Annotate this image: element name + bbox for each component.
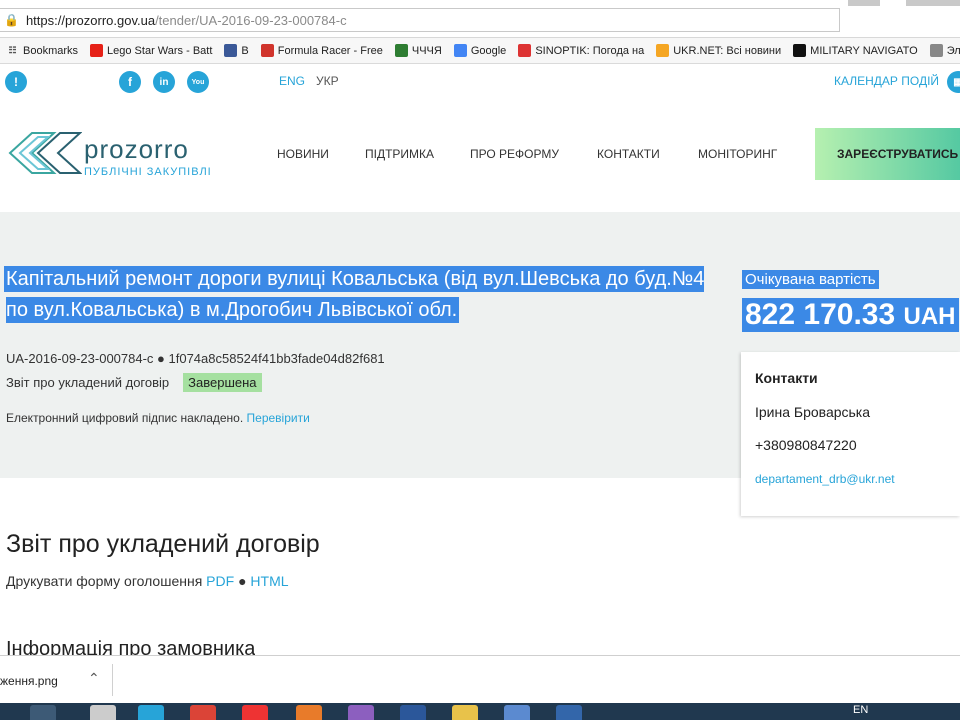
word-icon[interactable] <box>400 705 426 720</box>
taskbar-app-icon[interactable] <box>348 705 374 720</box>
contacts-card: Контакти Ірина Броварська +380980847220 … <box>741 352 960 516</box>
downloads-bar: ження.png ⌃ <box>0 655 960 703</box>
site-header: prozorro ПУБЛІЧНІ ЗАКУПІВЛІ НОВИНИ ПІДТР… <box>0 100 960 212</box>
prozorro-logo-icon[interactable] <box>8 130 82 176</box>
print-html-link[interactable]: HTML <box>250 573 288 589</box>
bookmark-item[interactable]: MILITARY NAVIGATO <box>793 44 918 57</box>
youtube-icon <box>90 44 104 57</box>
contacts-heading: Контакти <box>755 370 818 386</box>
lock-icon: 🔒 <box>4 13 19 27</box>
register-button[interactable]: ЗАРЕЄСТРУВАТИСЬ <box>815 128 960 180</box>
report-heading: Звіт про укладений договір <box>6 530 320 558</box>
tender-title: Капітальний ремонт дороги вулиці Ковальс… <box>6 268 705 321</box>
bookmark-item[interactable]: Электрические <box>929 44 960 57</box>
calendar-link[interactable]: КАЛЕНДАР ПОДІЙ <box>834 74 939 88</box>
military-icon <box>793 44 807 57</box>
tender-id: UA-2016-09-23-000784-c ● 1f074a8c58524f4… <box>6 351 385 366</box>
apps-icon: ☷ <box>8 45 17 55</box>
signature-text: Електронний цифровий підпис накладено. <box>6 411 244 425</box>
bookmark-label: Электрические <box>946 44 960 57</box>
bookmark-label: Bookmarks <box>23 44 79 57</box>
keyboard-language[interactable]: EN <box>853 704 868 716</box>
contact-email-link[interactable]: departament_drb@ukr.net <box>755 472 895 486</box>
taskbar-app-icon[interactable] <box>556 705 582 720</box>
url-host: https://prozorro.gov.ua <box>25 12 156 28</box>
bookmark-label: ЧЧЧЯ <box>411 44 442 57</box>
lang-ukr-link[interactable]: УКР <box>316 74 339 88</box>
address-bar[interactable]: 🔒 https://prozorro.gov.ua/tender/UA-2016… <box>0 8 840 32</box>
bulb-icon <box>929 44 943 57</box>
lang-eng-link[interactable]: ENG <box>279 74 305 88</box>
url-path: /tender/UA-2016-09-23-000784-c <box>155 12 347 28</box>
bookmark-label: MILITARY NAVIGATO <box>810 44 918 57</box>
verify-signature-link[interactable]: Перевірити <box>247 411 310 425</box>
bullet-separator: ● <box>238 573 247 589</box>
site-top-strip: ! f in You ENG УКР КАЛЕНДАР ПОДІЙ ▦ <box>0 64 960 100</box>
alert-icon[interactable]: ! <box>5 71 27 93</box>
bookmark-item[interactable]: Google <box>453 44 507 57</box>
bookmark-item[interactable]: UKR.NET: Всі новини <box>656 44 781 57</box>
google-icon <box>453 44 467 57</box>
nav-support[interactable]: ПІДТРИМКА <box>365 147 434 161</box>
bookmark-icon <box>394 44 408 57</box>
chrome-icon[interactable] <box>190 705 216 720</box>
bookmark-item[interactable]: ЧЧЧЯ <box>394 44 442 57</box>
expected-value-label: Очікувана вартість <box>742 270 879 289</box>
address-bar-area: 🔒 https://prozorro.gov.ua/tender/UA-2016… <box>0 0 960 38</box>
ukrnet-icon <box>656 44 670 57</box>
facebook-icon[interactable]: f <box>119 71 141 93</box>
chevron-up-icon[interactable]: ⌃ <box>88 670 100 687</box>
contact-phone: +380980847220 <box>755 437 857 453</box>
bookmark-label: Formula Racer - Free <box>277 44 383 57</box>
logo-name[interactable]: prozorro <box>84 134 189 165</box>
calendar-icon[interactable]: ▦ <box>947 71 960 93</box>
opera-icon[interactable] <box>242 705 268 720</box>
contact-name: Ірина Броварська <box>755 404 871 420</box>
bookmark-label: SINOPTIK: Погода на <box>535 44 645 57</box>
bookmark-item[interactable]: ☷ Bookmarks <box>6 44 78 57</box>
taskbar-app-icon[interactable] <box>504 705 530 720</box>
browser-window: 🔒 https://prozorro.gov.ua/tender/UA-2016… <box>0 0 960 720</box>
status-text: Звіт про укладений договір <box>6 375 170 390</box>
taskbar-app-icon[interactable] <box>296 705 322 720</box>
window-control[interactable] <box>906 0 960 6</box>
taskbar-app-icon[interactable] <box>138 705 164 720</box>
facebook-icon <box>224 44 238 57</box>
status-badge: Завершена <box>183 373 262 392</box>
expected-value: 822 170.33 UAH <box>742 298 959 332</box>
taskbar-app-icon[interactable] <box>30 705 56 720</box>
print-form-line: Друкувати форму оголошення PDF ● HTML <box>6 573 289 589</box>
thermometer-icon <box>518 44 532 57</box>
nav-about-reform[interactable]: ПРО РЕФОРМУ <box>470 147 559 161</box>
racer-icon <box>260 44 274 57</box>
expected-value-amount: 822 170.33 <box>745 298 896 331</box>
print-pdf-link[interactable]: PDF <box>206 573 234 589</box>
folder-icon[interactable] <box>452 705 478 720</box>
window-control[interactable] <box>848 0 880 6</box>
divider <box>112 664 113 696</box>
taskbar-app-icon[interactable] <box>90 705 116 720</box>
print-form-label: Друкувати форму оголошення <box>6 573 203 589</box>
os-taskbar: EN <box>0 703 960 720</box>
signature-line: Електронний цифровий підпис накладено. П… <box>6 411 310 425</box>
nav-news[interactable]: НОВИНИ <box>277 147 329 161</box>
bookmark-item[interactable]: Formula Racer - Free <box>260 44 383 57</box>
bookmarks-bar: ☷ Bookmarks Lego Star Wars - Batt B Formula … <box>0 38 960 64</box>
expected-value-currency: UAH <box>903 303 956 330</box>
bookmark-label: Lego Star Wars - Batt <box>107 44 213 57</box>
logo-subtitle: ПУБЛІЧНІ ЗАКУПІВЛІ <box>84 166 212 178</box>
bookmark-label: Google <box>470 44 507 57</box>
tender-status-line: Звіт про укладений договір Завершена <box>6 373 262 392</box>
bookmark-item[interactable]: SINOPTIK: Погода на <box>518 44 644 57</box>
nav-contacts[interactable]: КОНТАКТИ <box>597 147 660 161</box>
download-file-name[interactable]: ження.png <box>0 674 58 688</box>
bookmark-item[interactable]: Lego Star Wars - Batt <box>90 44 212 57</box>
bookmark-item[interactable]: B <box>224 44 249 57</box>
customer-info-heading: Інформація про замовника <box>6 638 256 656</box>
bookmark-label: UKR.NET: Всі новини <box>673 44 782 57</box>
nav-monitoring[interactable]: МОНІТОРИНГ <box>698 147 777 161</box>
youtube-icon[interactable]: You <box>187 71 209 93</box>
linkedin-icon[interactable]: in <box>153 71 175 93</box>
bookmark-label: B <box>241 44 249 57</box>
